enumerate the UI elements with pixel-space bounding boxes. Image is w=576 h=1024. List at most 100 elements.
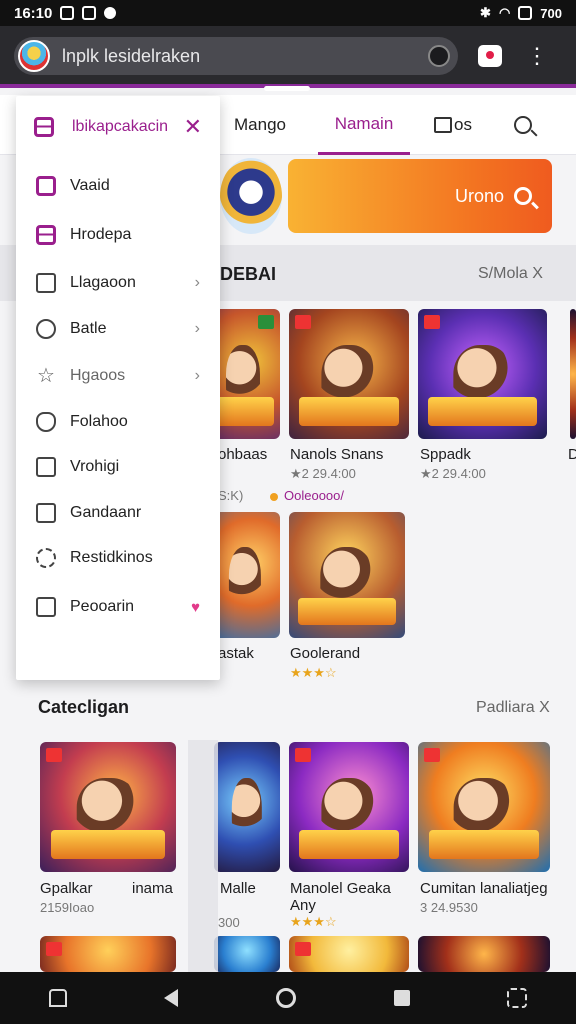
section-see-more-link[interactable]: S/Mola X — [478, 265, 543, 283]
game-card-7[interactable] — [40, 742, 176, 872]
game-card-6[interactable] — [289, 512, 405, 638]
drawer-item-label: Hgaoos — [70, 367, 126, 384]
scroll-shadow — [188, 740, 218, 972]
drawer-item-label: Vaaid — [70, 177, 110, 194]
notification-icon — [60, 6, 75, 20]
badge-icon — [295, 942, 311, 956]
card-meta: 2159Ioao — [40, 900, 95, 915]
home-button-icon[interactable] — [275, 988, 296, 1008]
drawer-item-label: Folahoo — [70, 413, 128, 430]
window-icon — [36, 273, 56, 293]
dot-icon — [270, 492, 278, 501]
card-title: ohbaas — [218, 446, 268, 463]
card-meta: 3 24.9530 — [420, 900, 478, 915]
game-card-2[interactable] — [289, 309, 409, 439]
badge-icon — [295, 748, 311, 762]
close-icon[interactable]: ✕ — [184, 114, 202, 140]
drawer-item-label: Hrodepa — [70, 226, 132, 243]
game-logo — [211, 397, 275, 426]
game-card-11[interactable] — [40, 936, 176, 972]
wifi-icon: ◠ — [498, 5, 511, 20]
drawer-item-gandaanr[interactable]: Gandaanr — [16, 493, 220, 533]
drawer-item-hgaoos[interactable]: ☆ Hgaoos › — [16, 356, 220, 396]
tag-icon — [36, 225, 56, 245]
card-title: Sppadk — [420, 446, 471, 463]
address-bar[interactable]: lnplk lesidelraken — [14, 37, 458, 75]
card-meta: ★2 29.4:00 — [420, 466, 486, 481]
rating-stars: ★★★☆ — [290, 914, 337, 929]
mascot-avatar[interactable] — [220, 158, 282, 234]
more-menu-icon[interactable]: ⋮ — [526, 45, 548, 67]
app-notification-icon — [82, 6, 97, 20]
badge-icon — [258, 315, 274, 329]
check-icon — [36, 457, 56, 477]
game-card-5[interactable] — [210, 512, 280, 638]
site-logo-icon — [18, 40, 50, 72]
drawer-item-folahoo[interactable]: Folahoo — [16, 402, 220, 442]
chevron-right-icon: › — [194, 274, 200, 291]
drawer-item-batle[interactable]: Batle › — [16, 309, 220, 349]
drawer-item-label: Batle — [70, 320, 107, 337]
home-icon[interactable] — [48, 989, 67, 1007]
user-icon — [36, 319, 56, 339]
browser-toolbar: lnplk lesidelraken ⋮ — [0, 26, 576, 86]
game-card-10[interactable] — [418, 742, 550, 872]
card-meta: S:K) — [218, 488, 244, 503]
card-extra: Ooleoooo/ — [270, 488, 344, 503]
screenshot-icon[interactable] — [507, 988, 528, 1008]
lock-icon[interactable] — [428, 45, 450, 67]
status-time: 16:10 — [14, 4, 53, 22]
game-card-13[interactable] — [289, 936, 409, 972]
game-card-9[interactable] — [289, 742, 409, 872]
drawer-item-hrodepa[interactable]: Hrodepa — [16, 215, 220, 255]
game-art — [231, 778, 263, 844]
drawer-item-vaaid[interactable]: Vaaid — [16, 166, 220, 206]
game-card-12[interactable] — [214, 936, 280, 972]
square-icon — [36, 176, 56, 196]
back-icon[interactable] — [164, 989, 179, 1007]
drawer-item-restidkinos[interactable]: Restidkinos — [16, 538, 220, 578]
map-icon — [36, 597, 56, 617]
card-title-2: inama — [132, 880, 173, 897]
drawer-header: lbikapcakacin ✕ — [16, 96, 220, 158]
game-card-3[interactable] — [418, 309, 547, 439]
badge-icon — [295, 315, 311, 329]
drawer-item-peooarin[interactable]: Peooarin ♥ — [16, 587, 220, 627]
recents-icon[interactable] — [393, 990, 410, 1006]
drawer-item-label: Vrohigi — [70, 458, 120, 475]
hero-search-label: Urono — [454, 185, 504, 206]
tab-switcher-icon[interactable] — [478, 45, 502, 67]
game-logo — [298, 397, 400, 426]
section-title: Catecligan — [38, 697, 130, 717]
message-icon — [104, 7, 117, 19]
status-bar: 16:10 ✱ ◠ 700 — [0, 0, 576, 26]
section-see-more-link[interactable]: Padliara X — [476, 699, 550, 717]
card-title: Gpalkar — [40, 880, 93, 897]
card-title: Malle — [220, 880, 256, 897]
tab-dos[interactable]: os — [434, 95, 472, 155]
game-card-4[interactable] — [570, 309, 576, 439]
game-logo — [50, 830, 166, 859]
hero-search-button[interactable]: Urono — [288, 159, 552, 233]
drawer-item-label: Llagaoon — [70, 274, 136, 291]
drawer-item-vrohigi[interactable]: Vrohigi — [16, 447, 220, 487]
bluetooth-icon: ✱ — [480, 5, 491, 20]
search-tab[interactable] — [514, 95, 532, 155]
url-text: lnplk lesidelraken — [62, 45, 201, 66]
badge-icon — [424, 748, 440, 762]
card-title: Manolel Geaka — [290, 880, 391, 897]
chevron-right-icon: › — [194, 367, 200, 384]
search-icon — [514, 187, 532, 205]
progress-indicator — [264, 86, 310, 91]
tab-namain[interactable]: Namain — [318, 95, 410, 155]
star-icon: ☆ — [37, 365, 55, 387]
game-logo — [298, 597, 396, 626]
card-title: astak — [218, 645, 254, 662]
drawer-item-llagaoon[interactable]: Llagaoon › — [16, 263, 220, 303]
tab-mango[interactable]: Mango — [234, 95, 286, 155]
game-logo — [428, 397, 537, 426]
battery-icon — [518, 6, 533, 20]
game-card-14[interactable] — [418, 936, 550, 972]
search-icon — [514, 116, 532, 134]
game-card-8[interactable] — [214, 742, 280, 872]
